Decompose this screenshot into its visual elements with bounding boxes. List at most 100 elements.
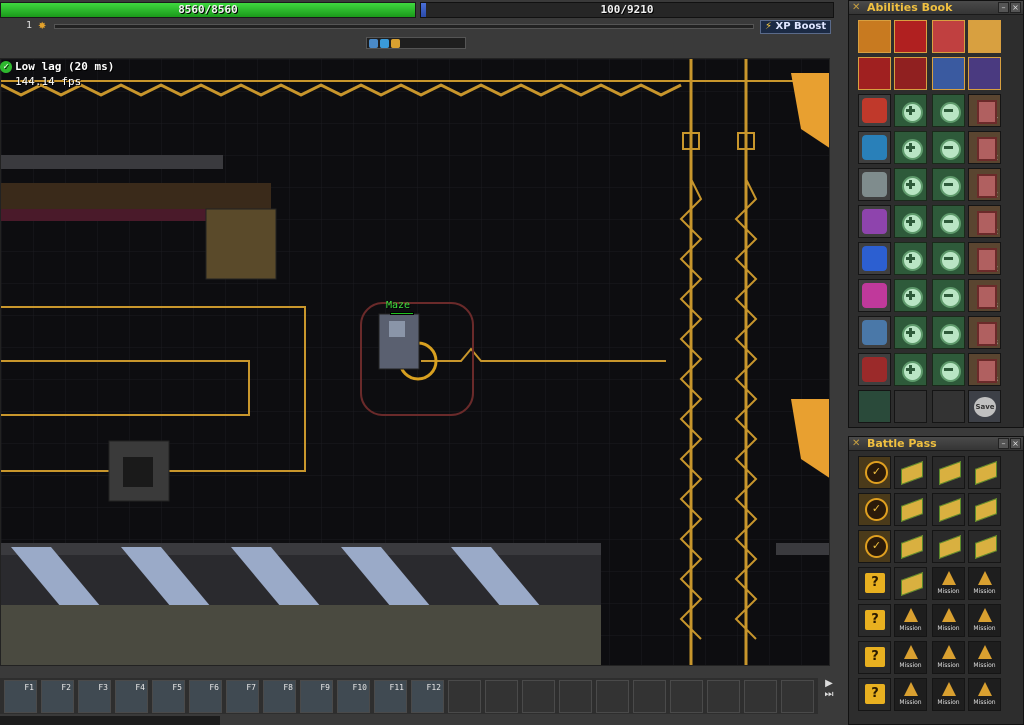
- locked-tier-icon[interactable]: [858, 641, 891, 674]
- reward-icon[interactable]: [968, 456, 1001, 489]
- mission-slot[interactable]: Mission: [968, 641, 1001, 674]
- ability-book-tab[interactable]: [858, 57, 891, 90]
- mission-label: Mission: [973, 662, 996, 669]
- mission-slot[interactable]: Mission: [894, 604, 927, 637]
- mission-slot[interactable]: Mission: [968, 604, 1001, 637]
- mission-slot[interactable]: Mission: [894, 678, 927, 711]
- ability-book-tab[interactable]: [932, 20, 965, 53]
- locked-tier-icon[interactable]: [858, 567, 891, 600]
- hotbar-slot[interactable]: F12: [411, 680, 444, 713]
- add-skill-point-button[interactable]: [894, 168, 927, 201]
- add-skill-point-button[interactable]: [894, 353, 927, 386]
- latency-status: ✓ Low lag (20 ms): [0, 60, 114, 73]
- add-skill-point-button[interactable]: [894, 279, 927, 312]
- mission-slot[interactable]: Mission: [932, 641, 965, 674]
- ability-book-tab[interactable]: [932, 57, 965, 90]
- skip-icon[interactable]: ⏭: [818, 689, 840, 700]
- reward-icon[interactable]: [932, 456, 965, 489]
- game-viewport[interactable]: [0, 58, 830, 666]
- ability-book-tab[interactable]: [968, 57, 1001, 90]
- hotbar-slot[interactable]: [633, 680, 666, 713]
- remove-skill-point-button[interactable]: [932, 316, 965, 349]
- minimize-icon[interactable]: –: [998, 438, 1009, 449]
- mission-slot[interactable]: Mission: [932, 678, 965, 711]
- remove-skill-point-button[interactable]: [932, 242, 965, 275]
- remove-skill-point-button[interactable]: [932, 94, 965, 127]
- mission-label: Mission: [937, 588, 960, 595]
- hotbar-slot[interactable]: [485, 680, 518, 713]
- reward-icon[interactable]: [932, 493, 965, 526]
- hotbar-slot[interactable]: F1: [4, 680, 37, 713]
- hotbar-slot[interactable]: [707, 680, 740, 713]
- xp-boost-button[interactable]: ⚡ XP Boost: [760, 20, 832, 34]
- check-icon: ✓: [0, 61, 12, 73]
- hotbar-slot[interactable]: [596, 680, 629, 713]
- ability-book-tab[interactable]: [858, 20, 891, 53]
- mission-slot[interactable]: Mission: [932, 567, 965, 600]
- reset-skills-button[interactable]: [858, 390, 891, 423]
- completed-tier-icon[interactable]: [858, 530, 891, 563]
- skill-icon: [858, 242, 891, 275]
- mission-slot[interactable]: Mission: [968, 678, 1001, 711]
- completed-tier-icon[interactable]: [858, 456, 891, 489]
- hotbar-slot[interactable]: F5: [152, 680, 185, 713]
- add-skill-point-button[interactable]: [894, 316, 927, 349]
- hotbar-slot[interactable]: [670, 680, 703, 713]
- remove-skill-point-button[interactable]: [932, 131, 965, 164]
- battle-pass-panel: ✕ Battle Pass – × Mission Mission Mission M…: [848, 436, 1024, 725]
- fps-counter: 144.14 fps: [15, 75, 82, 88]
- hotbar-slot[interactable]: F11: [374, 680, 407, 713]
- completed-tier-icon[interactable]: [858, 493, 891, 526]
- hotbar-slot[interactable]: [744, 680, 777, 713]
- player-name: Maze: [386, 300, 411, 311]
- locked-tier-icon[interactable]: [858, 678, 891, 711]
- mission-slot[interactable]: Mission: [894, 641, 927, 674]
- remove-skill-point-button[interactable]: [932, 205, 965, 238]
- reward-icon[interactable]: [932, 530, 965, 563]
- close-icon[interactable]: ×: [1010, 438, 1021, 449]
- hotkey-label: F1: [24, 683, 34, 692]
- hotbar-slot[interactable]: F6: [189, 680, 222, 713]
- hotbar-slot[interactable]: [559, 680, 592, 713]
- reward-icon[interactable]: [894, 493, 927, 526]
- hotbar-slot[interactable]: F9: [300, 680, 333, 713]
- mission-slot[interactable]: Mission: [932, 604, 965, 637]
- ability-book-tab[interactable]: [894, 20, 927, 53]
- hotbar-slot[interactable]: [448, 680, 481, 713]
- ability-book-tab[interactable]: [894, 57, 927, 90]
- add-skill-point-button[interactable]: [894, 205, 927, 238]
- save-button[interactable]: Save: [968, 390, 1001, 423]
- skill-glyph-icon: [862, 98, 887, 123]
- close-icon[interactable]: ×: [1010, 2, 1021, 13]
- add-skill-point-button[interactable]: [894, 242, 927, 275]
- mission-slot[interactable]: Mission: [968, 567, 1001, 600]
- hotbar-slot[interactable]: F8: [263, 680, 296, 713]
- skill-glyph-icon: [862, 320, 887, 345]
- hotbar-slot[interactable]: [781, 680, 814, 713]
- add-skill-point-button[interactable]: [894, 131, 927, 164]
- hotbar-slot[interactable]: F2: [41, 680, 74, 713]
- reward-icon[interactable]: [894, 530, 927, 563]
- hotbar-slot[interactable]: F3: [78, 680, 111, 713]
- reward-icon[interactable]: [968, 530, 1001, 563]
- hotbar-slot[interactable]: F4: [115, 680, 148, 713]
- locked-tier-icon[interactable]: [858, 604, 891, 637]
- remove-skill-point-button[interactable]: [932, 279, 965, 312]
- hotbar-slot[interactable]: F7: [226, 680, 259, 713]
- hotkey-label: F4: [135, 683, 145, 692]
- hotbar-slot[interactable]: F10: [337, 680, 370, 713]
- minimize-icon[interactable]: –: [998, 2, 1009, 13]
- bottom-icon-strip: [0, 716, 220, 725]
- reward-icon[interactable]: [894, 456, 927, 489]
- hotbar-slot[interactable]: [522, 680, 555, 713]
- add-skill-point-button[interactable]: [894, 94, 927, 127]
- reward-icon[interactable]: [968, 493, 1001, 526]
- play-icon[interactable]: ▶: [818, 678, 840, 689]
- remove-skill-point-button[interactable]: [932, 168, 965, 201]
- remove-skill-point-button[interactable]: [932, 353, 965, 386]
- reward-icon[interactable]: [894, 567, 927, 600]
- hotbar-page-arrows[interactable]: ▶ ⏭: [818, 678, 840, 714]
- skill-level-slot: 7: [968, 94, 1001, 127]
- skill-glyph-icon: [862, 246, 887, 271]
- ability-book-tab[interactable]: [968, 20, 1001, 53]
